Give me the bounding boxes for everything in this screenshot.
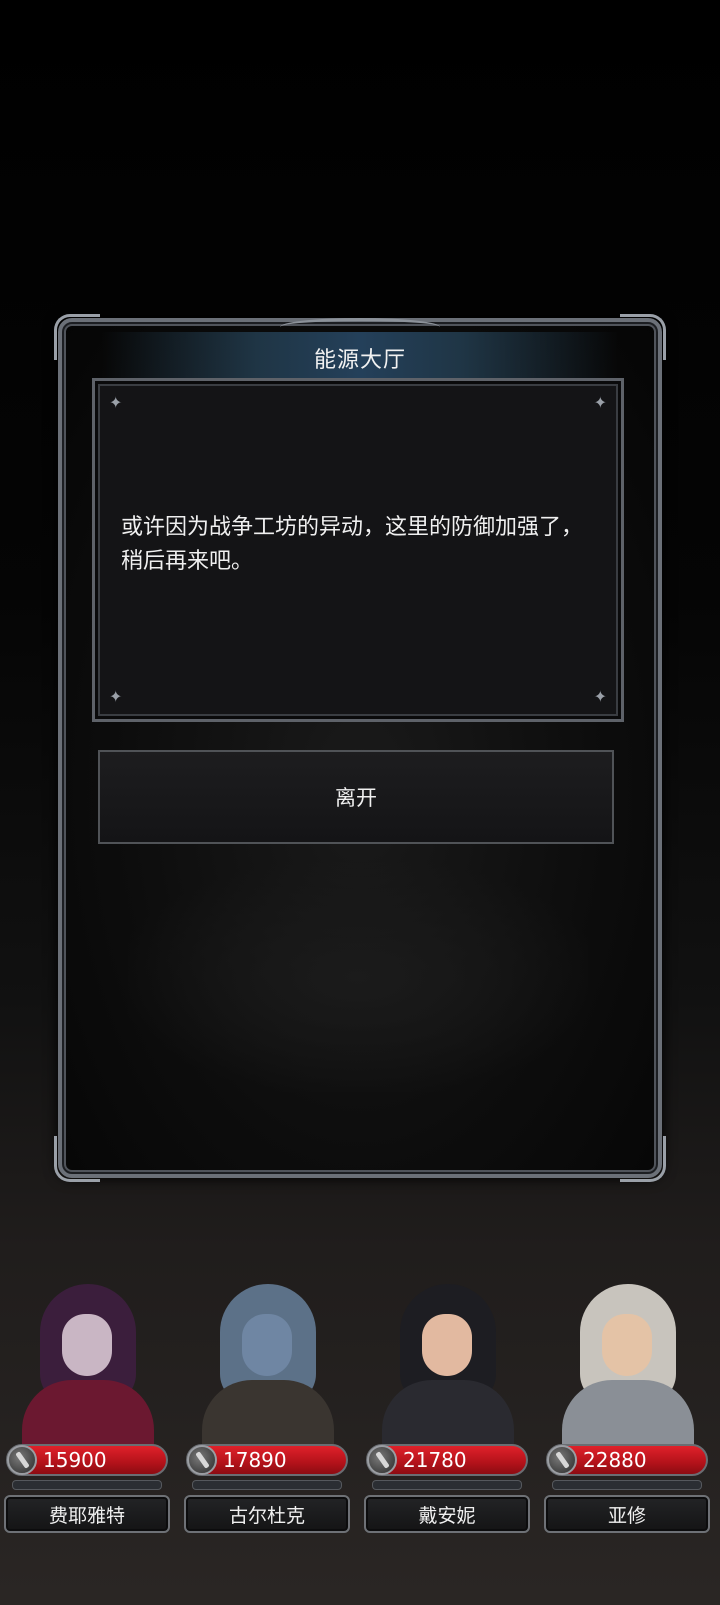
hero-name-plate: 戴安妮	[364, 1495, 530, 1533]
frame-corner-ornament	[620, 314, 666, 360]
hero-name: 亚修	[607, 1504, 646, 1527]
hero-name-plate: 亚修	[544, 1495, 710, 1533]
party-bar: 15900 费耶雅特 17890 古尔杜克 21780 戴安妮 22880 亚修	[0, 1280, 720, 1540]
frame-corner-ornament	[620, 1136, 666, 1182]
event-dialog: 能源大厅 ✦ ✦ ✦ ✦ 或许因为战争工坊的异动，这里的防御加强了，稍后再来吧。…	[54, 314, 666, 1182]
hero-card[interactable]: 17890 古尔杜克	[180, 1280, 352, 1540]
dialog-background-texture	[128, 862, 588, 1092]
frame-corner-ornament	[54, 314, 100, 360]
hero-card[interactable]: 21780 戴安妮	[360, 1280, 532, 1540]
hp-value: 15900	[43, 1448, 107, 1472]
hp-bar: 21780	[366, 1444, 528, 1476]
sparkle-icon: ✦	[109, 393, 123, 412]
hero-name: 费耶雅特	[48, 1504, 125, 1527]
hero-card[interactable]: 22880 亚修	[540, 1280, 712, 1540]
portrait-body	[22, 1380, 154, 1448]
sparkle-icon: ✦	[593, 393, 607, 412]
sword-icon	[7, 1445, 37, 1475]
hp-value: 17890	[223, 1448, 287, 1472]
frame-corner-ornament	[54, 1136, 100, 1182]
hero-name: 古尔杜克	[228, 1504, 305, 1527]
portrait-face	[62, 1314, 112, 1376]
sword-icon	[547, 1445, 577, 1475]
hero-name: 戴安妮	[418, 1504, 476, 1527]
sparkle-icon: ✦	[593, 687, 607, 706]
portrait-face	[422, 1314, 472, 1376]
hp-value: 22880	[583, 1448, 647, 1472]
hp-value: 21780	[403, 1448, 467, 1472]
leave-button-label: 离开	[335, 786, 377, 810]
hero-portrait	[196, 1280, 340, 1448]
hero-name-plate: 古尔杜克	[184, 1495, 350, 1533]
sword-icon	[367, 1445, 397, 1475]
sparkle-icon: ✦	[109, 687, 123, 706]
portrait-face	[242, 1314, 292, 1376]
hero-name-plate: 费耶雅特	[4, 1495, 170, 1533]
message-box: ✦ ✦ ✦ ✦ 或许因为战争工坊的异动，这里的防御加强了，稍后再来吧。	[92, 378, 624, 722]
hp-bar: 17890	[186, 1444, 348, 1476]
dialog-message: 或许因为战争工坊的异动，这里的防御加强了，稍后再来吧。	[121, 515, 584, 574]
energy-bar	[552, 1480, 702, 1490]
hero-portrait	[16, 1280, 160, 1448]
hp-bar: 15900	[6, 1444, 168, 1476]
portrait-face	[602, 1314, 652, 1376]
hp-bar: 22880	[546, 1444, 708, 1476]
energy-bar	[12, 1480, 162, 1490]
energy-bar	[192, 1480, 342, 1490]
hero-portrait	[556, 1280, 700, 1448]
portrait-body	[562, 1380, 694, 1448]
dialog-title-bar: 能源大厅	[102, 318, 618, 384]
portrait-body	[382, 1380, 514, 1448]
title-ornament	[280, 318, 440, 336]
portrait-body	[202, 1380, 334, 1448]
dialog-title: 能源大厅	[313, 348, 406, 373]
hero-card[interactable]: 15900 费耶雅特	[0, 1280, 172, 1540]
hero-portrait	[376, 1280, 520, 1448]
energy-bar	[372, 1480, 522, 1490]
leave-button[interactable]: 离开	[98, 750, 614, 844]
sword-icon	[187, 1445, 217, 1475]
